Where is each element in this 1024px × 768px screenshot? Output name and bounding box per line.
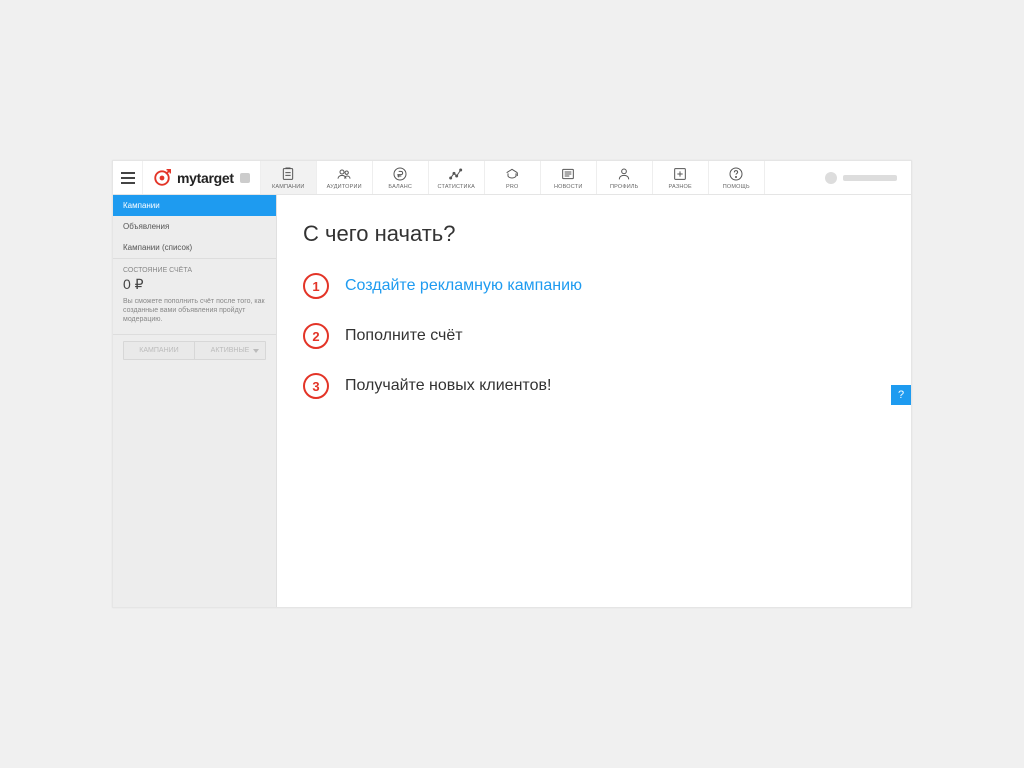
sidebar-item-campaigns-list[interactable]: Кампании (список) <box>113 237 276 258</box>
profile-icon <box>616 166 632 182</box>
nav-label: ПРОФИЛЬ <box>610 184 639 190</box>
step-number-badge: 3 <box>303 373 329 399</box>
sidebar-item-ads[interactable]: Объявления <box>113 216 276 237</box>
user-name-placeholder <box>843 175 897 181</box>
hamburger-line <box>121 182 135 184</box>
floating-help-button[interactable]: ? <box>891 385 911 405</box>
top-nav: КАМПАНИИ АУДИТОРИИ БАЛАНС СТАТИСТИКА PRO <box>260 161 765 194</box>
user-menu[interactable] <box>811 161 911 194</box>
sidebar-item-campaigns[interactable]: Кампании <box>113 195 276 216</box>
nav-item-misc[interactable]: РАЗНОЕ <box>653 161 709 194</box>
balance-icon <box>392 166 408 182</box>
nav-label: СТАТИСТИКА <box>437 184 475 190</box>
main-content: С чего начать? 1 Создайте рекламную камп… <box>277 195 911 607</box>
nav-label: РАЗНОЕ <box>669 184 692 190</box>
balance-block: СОСТОЯНИЕ СЧЁТА 0 ₽ Вы сможете пополнить… <box>113 259 276 334</box>
nav-item-balance[interactable]: БАЛАНС <box>373 161 429 194</box>
menu-toggle-button[interactable] <box>113 161 143 194</box>
hamburger-line <box>121 177 135 179</box>
nav-label: АУДИТОРИИ <box>327 184 362 190</box>
nav-item-audiences[interactable]: АУДИТОРИИ <box>317 161 373 194</box>
filter-left: КАМПАНИИ <box>124 342 195 359</box>
balance-value: 0 ₽ <box>123 276 266 293</box>
filter-dropdown[interactable]: КАМПАНИИ АКТИВНЫЕ <box>123 341 266 360</box>
chevron-down-icon <box>253 349 259 353</box>
news-icon <box>560 166 576 182</box>
logo-text: mytarget <box>177 170 234 186</box>
stats-icon <box>448 166 464 182</box>
divider <box>113 334 276 335</box>
create-campaign-link[interactable]: Создайте рекламную кампанию <box>345 277 582 295</box>
campaigns-icon <box>280 166 296 182</box>
logo[interactable]: mytarget <box>143 161 260 194</box>
nav-item-news[interactable]: НОВОСТИ <box>541 161 597 194</box>
app-window: mytarget КАМПАНИИ АУДИТОРИИ БАЛАНС <box>112 160 912 608</box>
nav-label: НОВОСТИ <box>554 184 583 190</box>
nav-label: БАЛАНС <box>388 184 412 190</box>
avatar <box>825 172 837 184</box>
pro-icon <box>504 166 520 182</box>
nav-item-pro[interactable]: PRO <box>485 161 541 194</box>
nav-item-campaigns[interactable]: КАМПАНИИ <box>261 161 317 194</box>
body: Кампании Объявления Кампании (список) СО… <box>113 195 911 607</box>
nav-item-stats[interactable]: СТАТИСТИКА <box>429 161 485 194</box>
nav-item-help[interactable]: ПОМОЩЬ <box>709 161 765 194</box>
misc-icon <box>672 166 688 182</box>
page-title: С чего начать? <box>303 221 885 247</box>
hamburger-line <box>121 172 135 174</box>
onboarding-step-2: 2 Пополните счёт <box>303 323 885 349</box>
header: mytarget КАМПАНИИ АУДИТОРИИ БАЛАНС <box>113 161 911 195</box>
help-icon <box>728 166 744 182</box>
onboarding-step-1: 1 Создайте рекламную кампанию <box>303 273 885 299</box>
logo-target-icon <box>153 169 171 187</box>
nav-label: КАМПАНИИ <box>272 184 305 190</box>
stage: mytarget КАМПАНИИ АУДИТОРИИ БАЛАНС <box>0 0 1024 768</box>
balance-title: СОСТОЯНИЕ СЧЁТА <box>123 267 266 274</box>
logo-badge <box>240 173 250 183</box>
audiences-icon <box>336 166 352 182</box>
nav-item-profile[interactable]: ПРОФИЛЬ <box>597 161 653 194</box>
sidebar: Кампании Объявления Кампании (список) СО… <box>113 195 277 607</box>
onboarding-step-3: 3 Получайте новых клиентов! <box>303 373 885 399</box>
step-text: Пополните счёт <box>345 327 463 345</box>
balance-note: Вы сможете пополнить счёт после того, ка… <box>123 297 266 324</box>
step-text: Получайте новых клиентов! <box>345 377 551 395</box>
nav-label: ПОМОЩЬ <box>723 184 750 190</box>
nav-label: PRO <box>506 184 519 190</box>
step-number-badge: 1 <box>303 273 329 299</box>
step-number-badge: 2 <box>303 323 329 349</box>
